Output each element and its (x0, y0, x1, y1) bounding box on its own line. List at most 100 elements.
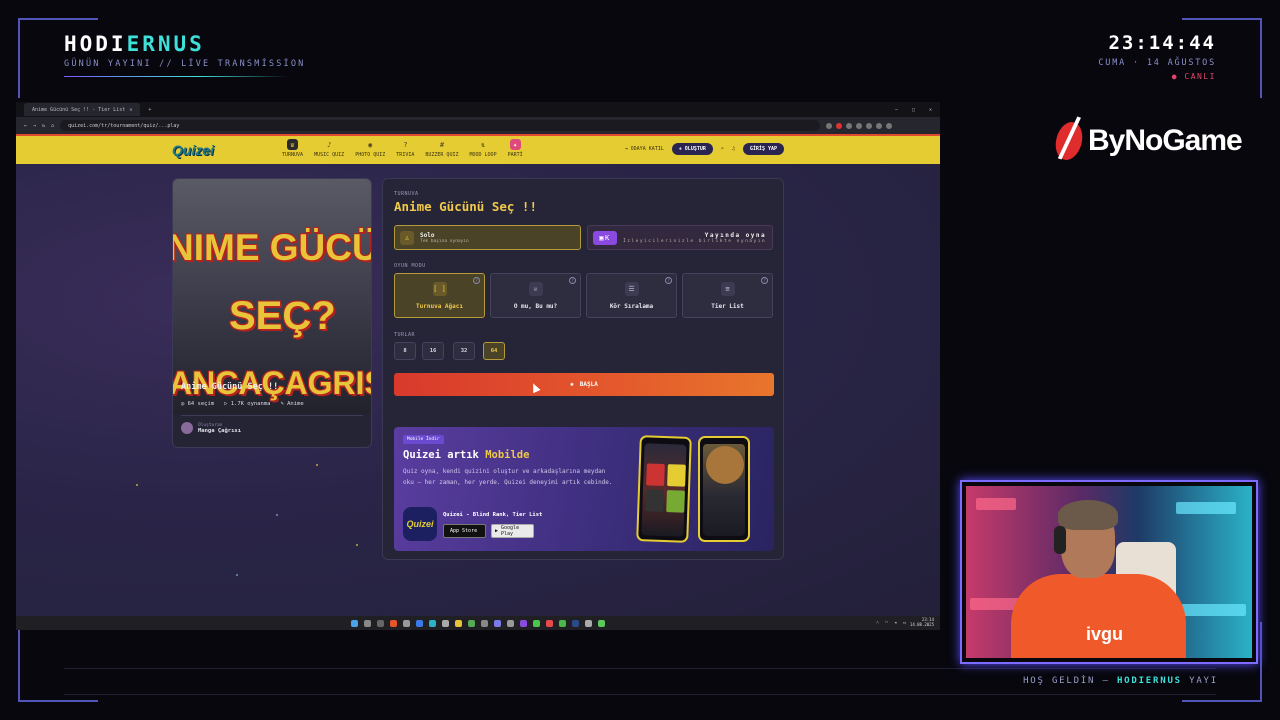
extension-icons[interactable] (826, 122, 893, 129)
headset-icon (1054, 526, 1066, 554)
mode-tournament-bracket[interactable]: ? [ ] Turnuva Ağacı (394, 273, 485, 318)
windows-start-icon[interactable] (351, 619, 358, 627)
app-icon[interactable] (507, 619, 514, 627)
page-content: NIME GÜCÜN SEÇ? ANCAÇAGRISI Anime Gücünü… (16, 164, 940, 616)
chrome-icon[interactable] (533, 619, 540, 627)
app-icon[interactable] (481, 619, 488, 627)
tray-clock[interactable]: 23:14 14.08.2025 (910, 617, 934, 627)
system-tray[interactable]: ˄ ◠ ◂ ▭ (876, 620, 906, 626)
app-icon[interactable] (546, 619, 553, 627)
mode-label: Tier List (711, 302, 744, 310)
bynogame-icon (1053, 122, 1085, 160)
app-icon[interactable] (585, 619, 592, 627)
poster-text: SEÇ? (229, 294, 336, 338)
quizei-logo[interactable]: Quizei (172, 142, 214, 158)
buzzer-icon: # (439, 140, 445, 149)
info-icon[interactable]: ? (569, 277, 576, 284)
nav-item-music-quiz[interactable]: ♪ MUSIC QUIZ (314, 139, 344, 159)
app-icon[interactable] (559, 619, 566, 627)
settings-icon[interactable] (442, 619, 449, 627)
info-icon[interactable]: ? (473, 277, 480, 284)
nav-item-mood-loop[interactable]: ⇅ MOOD LOOP (469, 139, 496, 159)
mode-blind-rank[interactable]: ? ☰ Kör Sıralama (586, 273, 677, 318)
home-icon[interactable]: ⌂ (51, 123, 54, 129)
mode-tier-list[interactable]: ? ≡ Tier List (682, 273, 773, 318)
info-icon[interactable]: ? (761, 277, 768, 284)
sponsor-name: ByNoGame (1088, 124, 1243, 157)
layers-icon: ≡ (720, 281, 735, 296)
forward-icon[interactable]: → (33, 123, 36, 129)
nav-item-buzzer-quiz[interactable]: # BUZZER QUIZ (425, 139, 458, 159)
browser-tab[interactable]: Anime Gücünü Seç !! - Tier List ✕ (24, 103, 141, 116)
nav-item-photo-quiz[interactable]: ◉ PHOTO QUIZ (355, 139, 385, 159)
google-play-button[interactable]: ▶ Google Play (491, 524, 534, 538)
app-icon[interactable] (468, 619, 475, 627)
promo-badge: Mobile İndir (403, 435, 444, 444)
creator-info[interactable]: Oluşturan Manga Çağrısı (181, 422, 241, 434)
twitch-icon[interactable] (520, 619, 527, 627)
quiz-card-title: Anime Gücünü Seç !! (181, 382, 279, 392)
reload-icon[interactable]: ↻ (42, 123, 45, 129)
quiz-card[interactable]: NIME GÜCÜN SEÇ? ANCAÇAGRISI Anime Gücünü… (172, 178, 372, 448)
option-name: Solo (420, 231, 435, 239)
steam-icon[interactable] (572, 619, 579, 627)
url-field[interactable]: quizei.com/tr/tournament/quiz/...play (60, 120, 821, 131)
back-icon[interactable]: ← (24, 123, 27, 129)
nav-item-turnuva[interactable]: ♛ TURNUVA (282, 139, 303, 158)
rounds-label: TURLAR (394, 332, 416, 338)
app-name: Quizei - Blind Rank, Tier List (443, 512, 543, 518)
maximize-icon[interactable]: □ (912, 107, 915, 113)
crown-icon: ♕ (528, 281, 543, 296)
live-indicator: ● CANLI (1171, 72, 1216, 81)
task-view-icon[interactable] (377, 619, 384, 627)
info-icon[interactable]: ? (665, 277, 672, 284)
sponsor-logo: ByNoGame (1053, 122, 1243, 160)
nav-item-parti[interactable]: ✦ PARTİ (508, 139, 523, 158)
nav-item-trivia[interactable]: ? TRIVIA (396, 139, 414, 159)
poster-text: NIME GÜCÜN (172, 227, 371, 268)
new-tab-button[interactable]: + (148, 107, 151, 113)
search-icon[interactable] (364, 619, 371, 627)
play-settings-panel: TURNUVA Anime Gücünü Seç !! ♙ Solo Tek ba… (382, 178, 784, 560)
mode-label: Kör Sıralama (609, 302, 654, 310)
round-option-8[interactable]: 8 (394, 342, 416, 360)
round-option-16[interactable]: 16 (422, 342, 444, 360)
round-option-32[interactable]: 32 (453, 342, 475, 360)
stream-subtitle: GÜNÜN YAYINI // LİVE TRANSMİSSİON (64, 59, 306, 69)
wifi-icon: ◠ (884, 620, 888, 626)
folder-icon[interactable] (455, 619, 462, 627)
stream-clock: 23:14:44 (1108, 32, 1216, 54)
create-button[interactable]: + OLUŞTUR (671, 143, 713, 155)
promo-description: Quiz oyna, kendi quizini oluştur ve arka… (403, 468, 613, 486)
promo-title: Quizei artık Mobilde (403, 449, 530, 461)
stream-mode-option[interactable]: ▣K Yayında oyna İzleyicilerinizle birlikt… (587, 225, 773, 250)
option-name: Yayında oyna (704, 231, 767, 239)
streamer-body (1011, 574, 1186, 658)
bell-icon[interactable]: ♫ (732, 146, 735, 152)
sparkle-icon: ✺ (570, 381, 574, 388)
ticker-divider (64, 668, 1216, 669)
volume-icon: ◂ (893, 620, 897, 626)
camera-icon: ◉ (368, 140, 373, 149)
close-window-icon[interactable]: ✕ (929, 107, 932, 113)
mode-this-or-that[interactable]: ? ♕ O mu, Bu mu? (490, 273, 581, 318)
start-button[interactable]: ✺ BAŞLA (394, 373, 774, 396)
edge-icon[interactable] (429, 619, 436, 627)
app-icon[interactable] (598, 619, 605, 627)
mode-label: Turnuva Ağacı (416, 302, 463, 310)
loop-icon: ⇅ (480, 140, 486, 149)
app-icon[interactable] (390, 619, 397, 627)
discord-icon[interactable] (494, 619, 501, 627)
mobile-app-promo: Mobile İndir Quizei artık Mobilde Quiz o… (394, 427, 774, 551)
solo-mode-option[interactable]: ♙ Solo Tek başına oynayın (394, 225, 581, 250)
app-icon[interactable] (403, 619, 410, 627)
round-option-64[interactable]: 64 (483, 342, 505, 360)
join-room-link[interactable]: ⇥ ODAYA KATIL (625, 146, 664, 152)
app-store-button[interactable]: App Store (443, 524, 486, 538)
app-icon[interactable] (416, 619, 423, 627)
close-tab-icon[interactable]: ✕ (129, 107, 132, 113)
login-button[interactable]: GİRİŞ YAP (742, 143, 784, 155)
search-icon[interactable]: ⌕ (721, 146, 724, 152)
minimize-icon[interactable]: – (895, 107, 898, 113)
mode-label: O mu, Bu mu? (513, 302, 558, 310)
